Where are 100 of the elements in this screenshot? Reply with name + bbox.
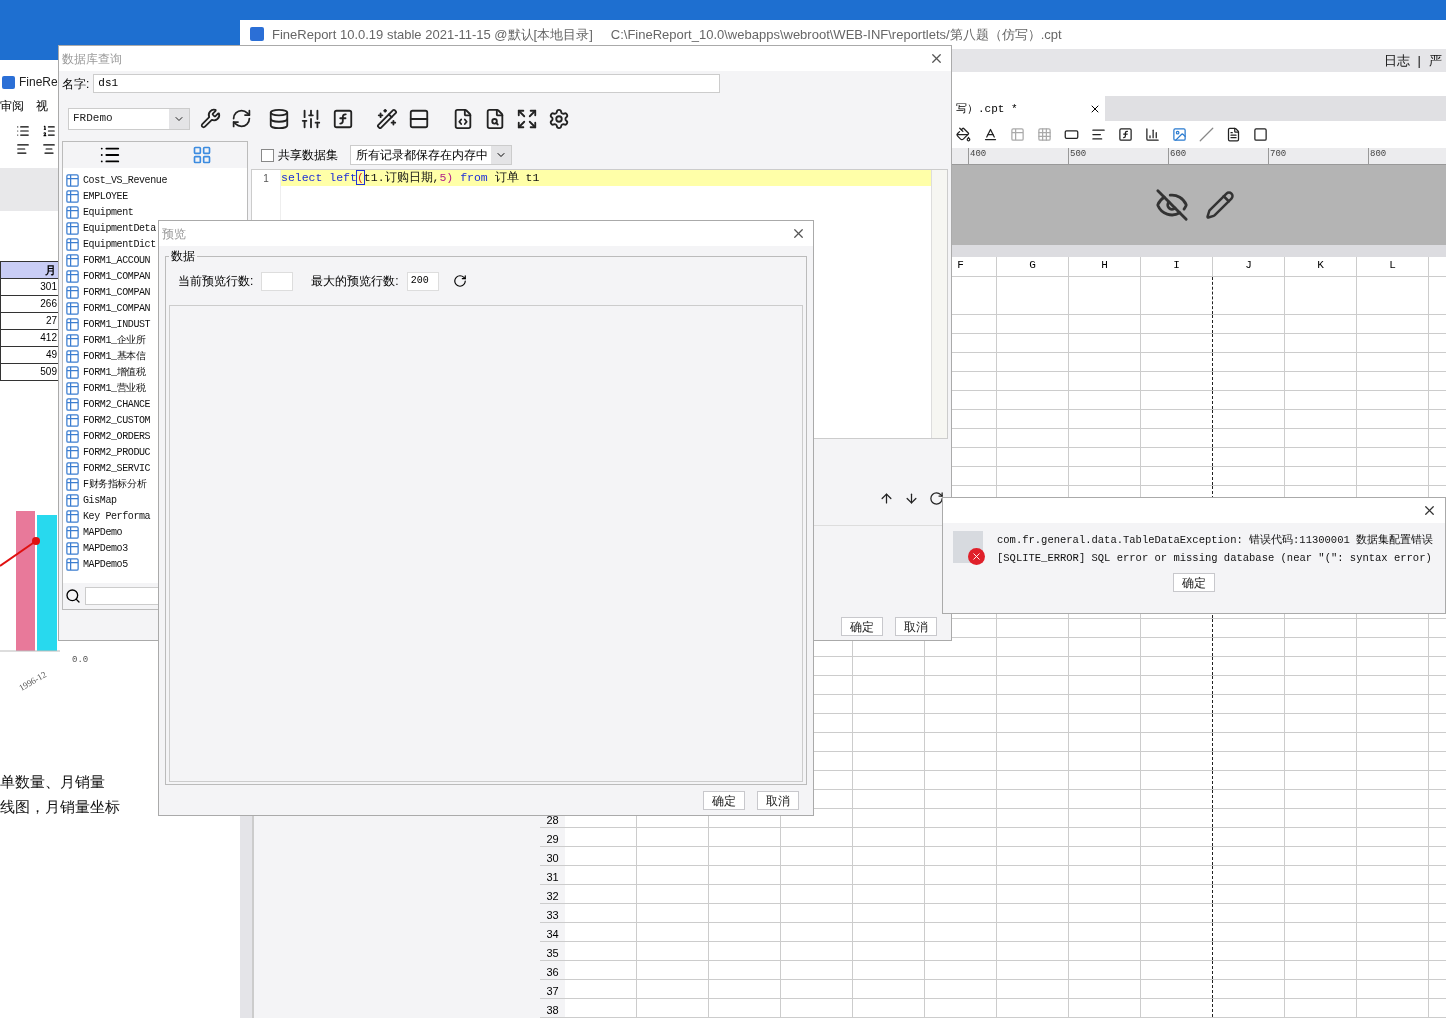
table-list-item[interactable]: FORM1_COMPAN	[83, 268, 151, 284]
settings-icon[interactable]	[548, 107, 570, 130]
row-number[interactable]: 33	[540, 904, 565, 922]
menu-item[interactable]: 审阅	[0, 97, 24, 115]
connection-dropdown[interactable]: FRDemo	[68, 107, 190, 130]
menu-item[interactable]: |	[1417, 50, 1421, 71]
cancel-button[interactable]: 取消	[895, 616, 937, 636]
table-list-item[interactable]: FORM2_CHANCE	[83, 396, 151, 412]
refresh-icon[interactable]	[231, 108, 252, 129]
function-icon[interactable]	[332, 107, 354, 130]
table-list-item[interactable]: MAPDemo5	[83, 556, 128, 572]
cancel-button[interactable]: 取消	[757, 790, 799, 810]
table-list-item[interactable]: EMPLOYEE	[83, 188, 128, 204]
row-number[interactable]: 31	[540, 866, 565, 884]
table-list-item[interactable]: FORM1_企业所	[83, 332, 146, 348]
column-header[interactable]: H	[1069, 257, 1141, 276]
row-number[interactable]: 35	[540, 942, 565, 960]
table-list-item[interactable]: FORM1_COMPAN	[83, 284, 151, 300]
sql-file-icon[interactable]	[452, 107, 474, 130]
move-up-icon[interactable]	[879, 491, 894, 506]
row-number[interactable]: 32	[540, 885, 565, 903]
table-list-item[interactable]: Key Performa	[83, 508, 151, 524]
table-icon	[65, 476, 80, 492]
close-icon[interactable]	[1422, 503, 1437, 518]
image-icon[interactable]	[1172, 127, 1187, 143]
table-list-item[interactable]: FORM1_增值税	[83, 364, 146, 380]
name-field[interactable]: ds1	[93, 74, 721, 93]
sliders-icon[interactable]	[300, 107, 322, 130]
expand-icon[interactable]	[516, 107, 538, 130]
ok-button[interactable]: 确定	[1173, 573, 1215, 592]
align-left-icon[interactable]	[16, 142, 30, 156]
row-number[interactable]: 34	[540, 923, 565, 941]
menu-item[interactable]: 严	[1429, 50, 1442, 71]
column-header[interactable]: G	[997, 257, 1069, 276]
table-list-item[interactable]: MAPDemo3	[83, 540, 128, 556]
row-number[interactable]: 38	[540, 999, 565, 1017]
current-rows-field[interactable]	[261, 271, 294, 291]
pencil-icon[interactable]	[1205, 190, 1235, 220]
close-icon[interactable]	[929, 51, 944, 66]
table-list-item[interactable]: FORM2_ORDERS	[83, 428, 151, 444]
numbered-list-icon[interactable]	[42, 124, 56, 138]
row-number[interactable]: 36	[540, 961, 565, 979]
table-list-item[interactable]: MAPDemo	[83, 524, 123, 540]
table-list-item[interactable]: F财务指标分析	[83, 476, 147, 492]
table-list-item[interactable]: FORM1_营业税	[83, 380, 146, 396]
ok-button[interactable]: 确定	[841, 616, 883, 636]
table-list-item[interactable]: EquipmentDeta	[83, 220, 156, 236]
move-down-icon[interactable]	[904, 491, 919, 506]
scrollbar[interactable]	[931, 170, 947, 438]
storage-mode-dropdown[interactable]: 所有记录都保存在内存中	[350, 145, 512, 165]
paint-bucket-icon[interactable]	[956, 127, 971, 143]
table-list-item[interactable]: FORM1_COMPAN	[83, 300, 151, 316]
line-icon[interactable]	[1199, 127, 1214, 143]
refresh-icon[interactable]	[929, 491, 944, 506]
database-icon[interactable]	[268, 107, 290, 130]
table-list-item[interactable]: FORM2_PRODUC	[83, 444, 151, 460]
bar-chart-icon[interactable]	[1145, 127, 1160, 143]
eye-off-icon[interactable]	[1155, 188, 1189, 222]
column-header[interactable]: J	[1213, 257, 1285, 276]
search-field[interactable]	[85, 587, 160, 605]
max-rows-field[interactable]: 200	[406, 271, 439, 291]
document-icon[interactable]	[1226, 127, 1241, 143]
column-header[interactable]: I	[1141, 257, 1213, 276]
table-list-item[interactable]: Equipment	[83, 204, 134, 220]
menu-item[interactable]: 日志	[1383, 50, 1410, 71]
align-center-icon[interactable]	[42, 142, 56, 156]
table-list-item[interactable]: FORM1_ACCOUN	[83, 252, 151, 268]
row-number[interactable]: 30	[540, 847, 565, 865]
table-list-item[interactable]: GisMap	[83, 492, 117, 508]
table-icon	[65, 172, 80, 188]
row-number[interactable]: 37	[540, 980, 565, 998]
file-search-icon[interactable]	[484, 107, 506, 130]
share-dataset-checkbox[interactable]	[261, 148, 274, 162]
tools-icon[interactable]	[200, 108, 221, 129]
table-list-item[interactable]: FORM1_INDUST	[83, 316, 151, 332]
table-list-item[interactable]: FORM1_基本信	[83, 348, 146, 364]
formula-icon[interactable]	[1118, 127, 1133, 143]
split-icon[interactable]	[408, 107, 430, 130]
column-header[interactable]: K	[1285, 257, 1357, 276]
search-icon[interactable]	[65, 588, 81, 604]
table-list-item[interactable]: FORM2_CUSTOM	[83, 412, 151, 428]
grid-view-icon[interactable]	[191, 145, 212, 165]
ok-button[interactable]: 确定	[703, 790, 745, 810]
close-icon[interactable]	[791, 226, 806, 241]
app-logo-icon	[250, 27, 264, 42]
table-list-item[interactable]: FORM2_SERVIC	[83, 460, 151, 476]
wand-icon[interactable]	[376, 107, 398, 130]
refresh-icon[interactable]	[452, 274, 467, 288]
table-icon	[65, 236, 80, 252]
table-icon	[65, 380, 80, 396]
column-header[interactable]: L	[1357, 257, 1429, 276]
table-list-item[interactable]: Cost_VS_Revenue	[83, 172, 167, 188]
file-tab[interactable]: 写）.cpt *	[952, 96, 1105, 122]
table-list-item[interactable]: EquipmentDict	[83, 236, 156, 252]
menu-item[interactable]: 视	[36, 97, 48, 115]
align-icon[interactable]	[1091, 127, 1106, 143]
font-color-icon[interactable]	[983, 127, 998, 143]
border-icon[interactable]	[1253, 127, 1268, 143]
bullet-list-icon[interactable]	[16, 124, 30, 138]
row-number[interactable]: 29	[540, 828, 565, 846]
